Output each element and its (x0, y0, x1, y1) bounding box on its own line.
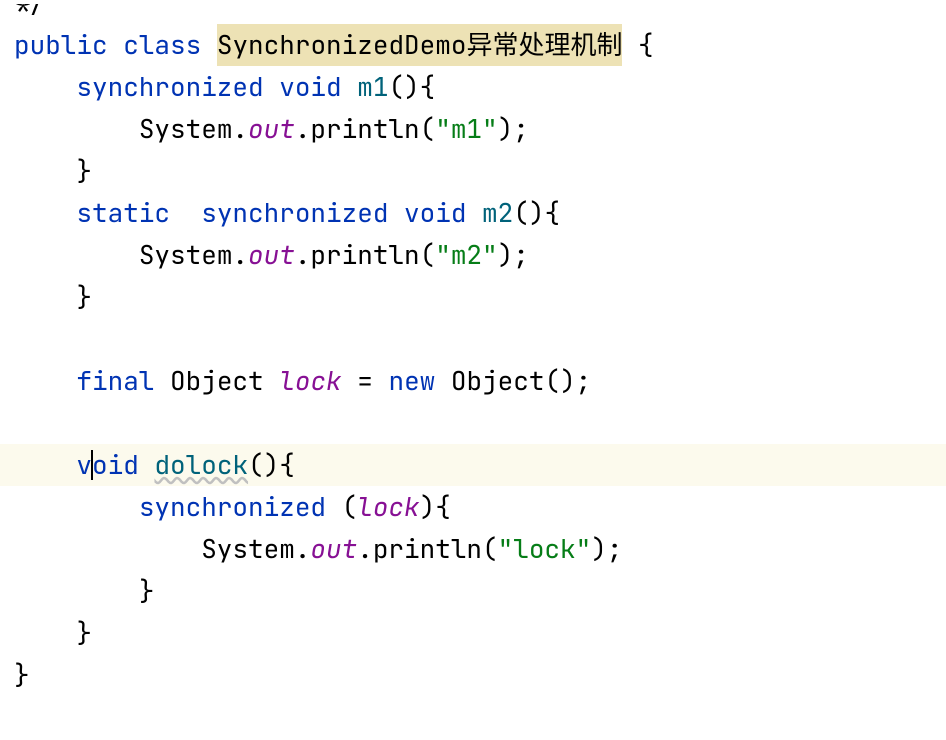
code-line[interactable]: System.out.println("m2"); (14, 234, 946, 276)
code-editor[interactable]: */ public class SynchronizedDemo异常处理机制 {… (0, 0, 946, 696)
parens: (){ (513, 192, 560, 234)
code-line[interactable]: } (14, 570, 946, 612)
code-line[interactable]: } (14, 654, 946, 696)
brace: } (139, 570, 155, 612)
method-name: m1 (357, 66, 388, 108)
keyword-final: final (76, 360, 154, 402)
system-ref: System. (201, 528, 310, 570)
code-line[interactable]: System.out.println("m1"); (14, 108, 946, 150)
out-field: out (310, 528, 357, 570)
keyword-public: public (14, 24, 108, 66)
brace: } (76, 150, 92, 192)
println-call: .println( (295, 108, 435, 150)
keyword-synchronized: synchronized (201, 192, 388, 234)
code-line[interactable]: synchronized void m1(){ (14, 66, 946, 108)
code-line[interactable]: static synchronized void m2(){ (14, 192, 946, 234)
type-name: Object (170, 360, 264, 402)
brace: } (76, 276, 92, 318)
comment-end: */ (14, 4, 45, 24)
brace: { (622, 24, 653, 66)
class-name-highlighted: SynchronizedDemo异常处理机制 (217, 24, 623, 66)
string-literal: "lock" (498, 528, 592, 570)
println-call: .println( (295, 234, 435, 276)
keyword-void: void (404, 192, 466, 234)
parens: (){ (388, 66, 435, 108)
code-line[interactable]: public class SynchronizedDemo异常处理机制 { (14, 24, 946, 66)
code-line[interactable]: System.out.println("lock"); (14, 528, 946, 570)
out-field: out (248, 108, 295, 150)
code-line[interactable]: } (14, 612, 946, 654)
system-ref: System. (139, 108, 248, 150)
field-name: lock (279, 360, 341, 402)
parens: (){ (248, 444, 295, 486)
keyword-synchronized: synchronized (76, 66, 263, 108)
code-line[interactable]: } (14, 276, 946, 318)
method-name: m2 (482, 192, 513, 234)
keyword-void-v: v (76, 444, 92, 486)
stmt-end: ); (498, 108, 529, 150)
keyword-static: static (76, 192, 170, 234)
stmt-end: ); (498, 234, 529, 276)
code-line[interactable]: synchronized (lock){ (14, 486, 946, 528)
keyword-void-oid: oid (92, 444, 139, 486)
brace: } (76, 612, 92, 654)
stmt-end: ); (591, 528, 622, 570)
constructor-call: Object(); (435, 360, 591, 402)
keyword-void: void (279, 66, 341, 108)
method-name-warning: dolock (154, 444, 248, 486)
code-line-current[interactable]: void dolock(){ (0, 444, 946, 486)
code-line-empty[interactable] (14, 402, 946, 444)
keyword-class: class (123, 24, 201, 66)
brace: } (14, 654, 30, 696)
code-line[interactable]: } (14, 150, 946, 192)
println-call: .println( (357, 528, 497, 570)
system-ref: System. (139, 234, 248, 276)
field-ref: lock (357, 486, 419, 528)
code-line[interactable]: final Object lock = new Object(); (14, 360, 946, 402)
out-field: out (248, 234, 295, 276)
code-line-empty[interactable] (14, 318, 946, 360)
string-literal: "m1" (435, 108, 497, 150)
keyword-synchronized: synchronized (139, 486, 326, 528)
code-line[interactable]: */ (14, 4, 946, 24)
string-literal: "m2" (435, 234, 497, 276)
keyword-new: new (388, 360, 435, 402)
